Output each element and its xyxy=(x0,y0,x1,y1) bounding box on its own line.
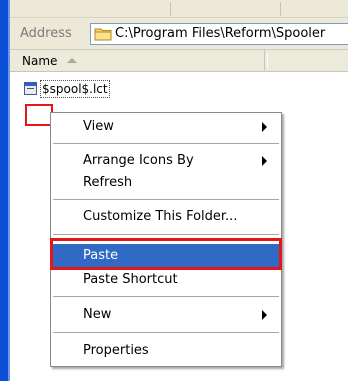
menu-separator xyxy=(53,234,279,235)
submenu-arrow-icon xyxy=(262,122,267,132)
column-header-name[interactable]: Name xyxy=(10,50,265,71)
menu-item-label: Arrange Icons By xyxy=(83,153,194,168)
menu-item-view[interactable]: View xyxy=(53,115,279,139)
menu-item-paste-shortcut[interactable]: Paste Shortcut xyxy=(53,268,279,292)
annotation-highlight-box xyxy=(25,104,53,126)
file-name: $spool$.lct xyxy=(40,80,110,98)
document-icon xyxy=(24,82,37,95)
column-resize-handle[interactable] xyxy=(267,53,268,68)
folder-icon xyxy=(94,28,112,41)
menu-item-label: Properties xyxy=(83,343,149,358)
address-label: Address xyxy=(20,26,72,41)
menu-item-label: View xyxy=(83,119,114,134)
menu-item-properties[interactable]: Properties xyxy=(53,339,279,363)
submenu-arrow-icon xyxy=(262,310,267,320)
menu-item-label: Paste Shortcut xyxy=(83,272,178,287)
toolbar xyxy=(10,0,348,18)
menu-item-customize-folder[interactable]: Customize This Folder... xyxy=(53,205,279,229)
menu-separator xyxy=(53,296,279,297)
address-input[interactable]: C:\Program Files\Reform\Spooler xyxy=(90,23,348,45)
menu-item-label: Customize This Folder... xyxy=(83,209,238,224)
menu-separator xyxy=(53,199,279,200)
annotation-paste-highlight xyxy=(50,238,282,270)
menu-item-label: Refresh xyxy=(83,175,133,190)
task-pane-edge xyxy=(0,0,10,381)
menu-separator xyxy=(53,143,279,144)
column-header: Name xyxy=(10,50,348,72)
menu-item-refresh[interactable]: Refresh xyxy=(53,171,279,195)
menu-item-arrange-icons-by[interactable]: Arrange Icons By xyxy=(53,149,279,173)
menu-item-label: New xyxy=(83,307,112,322)
sort-ascending-icon xyxy=(67,58,77,63)
address-path: C:\Program Files\Reform\Spooler xyxy=(115,26,326,41)
column-header-name-label: Name xyxy=(22,54,58,68)
menu-separator xyxy=(53,332,279,333)
address-bar: Address C:\Program Files\Reform\Spooler xyxy=(10,18,348,50)
submenu-arrow-icon xyxy=(262,156,267,166)
menu-item-new[interactable]: New xyxy=(53,303,279,327)
toolbar-separator xyxy=(170,2,171,16)
toolbar-separator xyxy=(280,2,281,16)
